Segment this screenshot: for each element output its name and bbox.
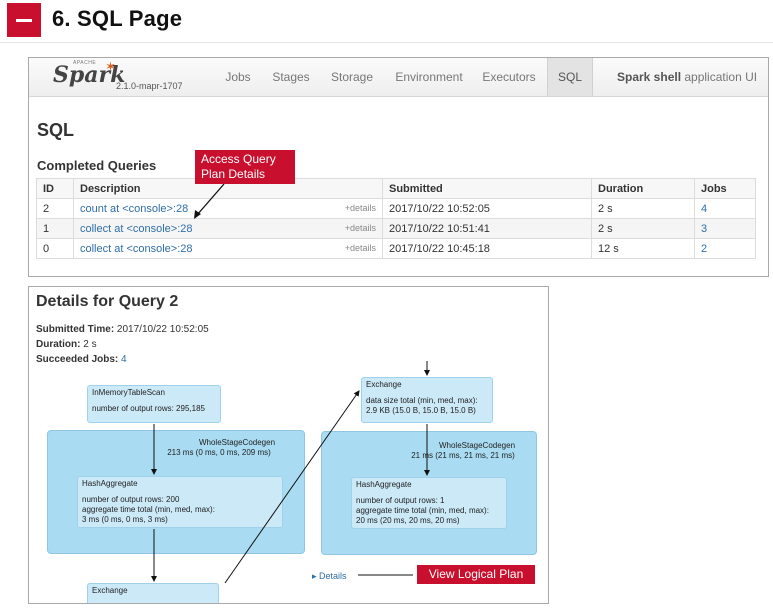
section-heading: 6. SQL Page [0, 0, 773, 43]
collapse-button[interactable] [7, 3, 41, 37]
page-title: 6. SQL Page [52, 6, 183, 31]
callout-arrow [194, 183, 225, 219]
minus-icon [16, 19, 32, 22]
callout-line: Access Query [201, 152, 276, 166]
view-logical-plan-callout: View Logical Plan [417, 565, 535, 584]
callout-line: Plan Details [201, 167, 266, 181]
details-link[interactable]: ▸ Details [312, 571, 347, 582]
details-link-label: Details [319, 571, 347, 581]
plan-edges [151, 361, 430, 584]
spark-sql-screenshot: APACHE Spark ✶ 2.1.0-mapr-1707 Jobs Stag… [28, 57, 769, 277]
query-details-screenshot: Details for Query 2 Submitted Time: 2017… [28, 286, 549, 604]
access-query-plan-callout: Access Query Plan Details [195, 150, 295, 184]
caret-right-icon: ▸ [312, 571, 317, 581]
